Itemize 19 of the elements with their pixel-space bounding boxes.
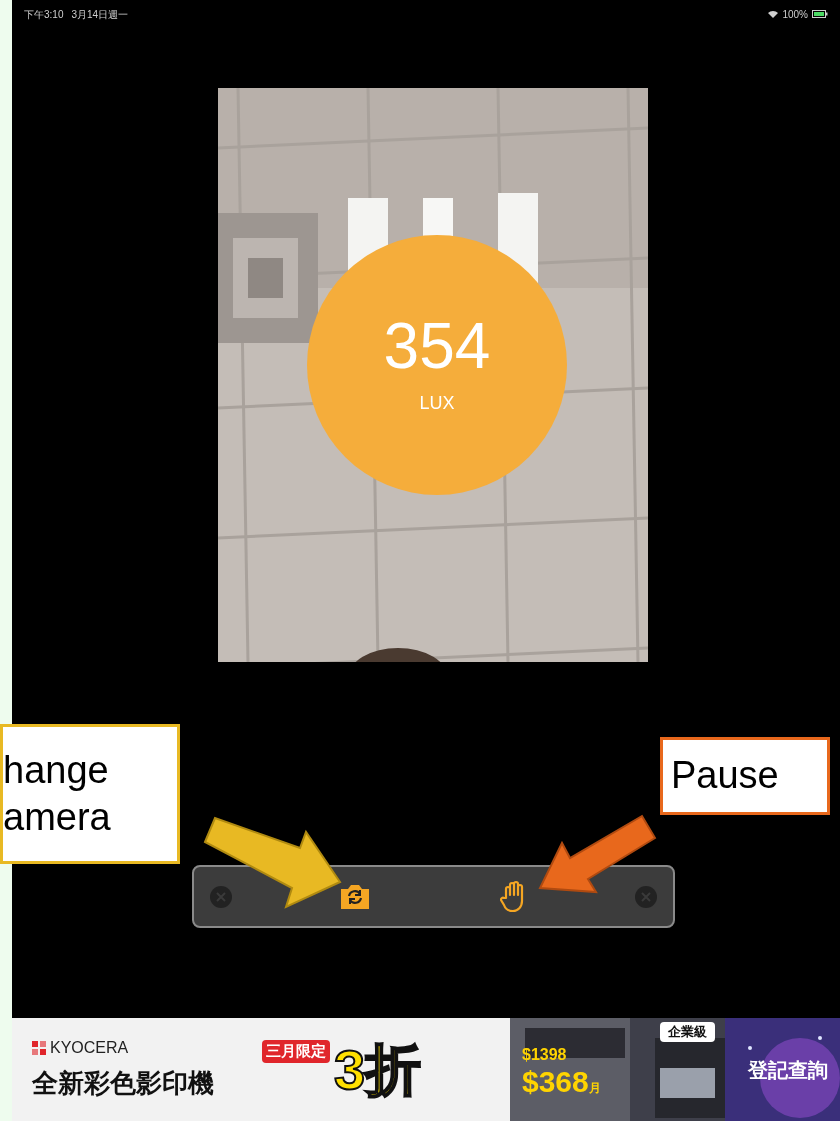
logo-icon: [32, 1041, 46, 1055]
status-time: 下午3:10: [24, 7, 64, 22]
old-price: $1398: [522, 1044, 568, 1065]
ad-headline: 全新彩色影印機: [32, 1067, 215, 1100]
price-unit: 月: [588, 1080, 601, 1097]
lux-unit: LUX: [419, 391, 455, 415]
tier-badge: 企業級: [660, 1022, 715, 1042]
battery-level: 100%: [782, 7, 808, 22]
promo-tag: 三月限定: [262, 1040, 330, 1063]
discount-text: 3折: [334, 1041, 422, 1098]
callout-text: amera: [3, 795, 111, 840]
status-date: 3月14日週一: [71, 7, 129, 22]
callout-text: Pause: [671, 753, 779, 799]
price: $368: [522, 1066, 589, 1097]
lux-value: 354: [383, 313, 491, 378]
brand-name: KYOCERA: [50, 1038, 129, 1058]
battery-icon: [812, 10, 828, 18]
callout-text: hange: [3, 747, 109, 793]
wifi-icon: [768, 10, 779, 18]
